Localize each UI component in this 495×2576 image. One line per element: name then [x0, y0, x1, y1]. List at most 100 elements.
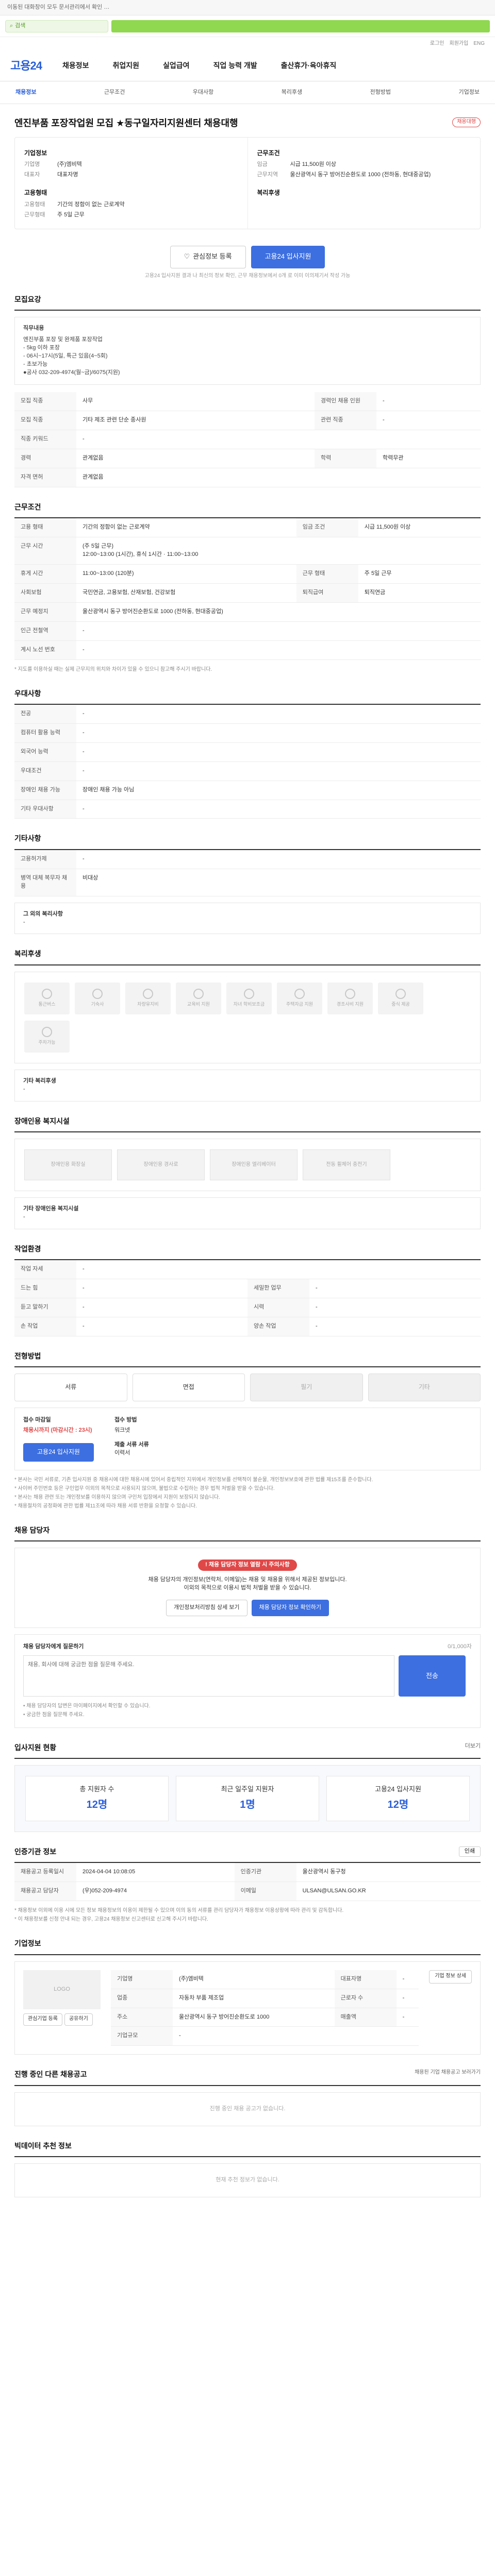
benefit-icon	[294, 989, 305, 999]
benefit-label: 중식 제공	[391, 1002, 410, 1007]
stat-label: 총 지원자 수	[79, 1785, 114, 1793]
tab-preference[interactable]: 우대사항	[193, 89, 213, 97]
table-row: 직종 키워드 -	[14, 430, 481, 449]
selection-method: 기타	[368, 1374, 481, 1402]
table-header-cell: 휴게 시간	[14, 564, 76, 584]
top-notice-text: 이동된 대화창이 모두 문서관리에서 확인 …	[7, 4, 110, 10]
stat-value: 12명	[387, 1799, 409, 1811]
inquiry-title: 채용 담당자에게 질문하기	[23, 1643, 84, 1650]
table-cell: 울산광역시 동구 방어진순환도로 1000	[173, 2008, 335, 2027]
apply-button-secondary[interactable]: 고용24 입사지원	[23, 1443, 94, 1462]
table-row: 모집 직종 사무 경력인 채용 인원 -	[14, 392, 481, 411]
table-cell: -	[76, 723, 481, 743]
table-header-cell: 관련 직종	[315, 411, 377, 430]
alert-icon: !	[205, 1562, 209, 1568]
favorite-company-button[interactable]: 관심기업 등록	[23, 2013, 62, 2026]
table-header-cell: 장애인 채용 가능	[14, 781, 76, 800]
table-header-cell: 채용공고 등록일시	[14, 1863, 76, 1883]
employ-value: 기간의 정함이 없는 근로계약	[57, 201, 125, 208]
gnb-item-leave[interactable]: 출산휴가·육아휴직	[281, 60, 337, 71]
view-contact-button[interactable]: 채용 담당자 정보 확인하기	[251, 1600, 329, 1617]
gnb-item-recruit[interactable]: 채용정보	[62, 60, 89, 71]
inquiry-notes: • 채용 담당자의 답변은 마이페이지에서 확인할 수 있습니다. • 궁금한 …	[23, 1702, 472, 1719]
tab-recruit[interactable]: 채용정보	[15, 89, 36, 97]
inquiry-row: 전송	[23, 1655, 472, 1697]
conditions-title: 근무조건	[14, 502, 481, 519]
inquiry-note: • 궁금한 점을 질문해 주세요.	[23, 1712, 85, 1718]
job-title: 엔진부품 포장작업원 모집 ★동구일자리지원센터 채용대행	[14, 118, 238, 128]
print-button[interactable]: 인쇄	[458, 1846, 481, 1857]
login-link[interactable]: 로그인	[430, 40, 444, 48]
tab-conditions[interactable]: 근무조건	[104, 89, 125, 97]
table-row: 기타 우대사항 -	[14, 800, 481, 819]
others-more-link[interactable]: 채용된 기업 채용공고 보러가기	[415, 2069, 481, 2079]
table-header-cell: 인증기관	[234, 1863, 296, 1883]
welfare-tiles: 통근버스 기숙사 차량유지비 교육비 지원 자녀 학비보조금 주택자금 지원 경조사비 지원…	[14, 971, 481, 1063]
inquiry-textarea[interactable]	[23, 1655, 394, 1697]
job-duty-line: - 5kg 이하 포장	[23, 345, 60, 351]
gnb-item-unemployment[interactable]: 실업급여	[163, 60, 190, 71]
scrap-button[interactable]: ♡ 관심정보 등록	[170, 245, 246, 268]
stat-card-recent: 최근 일주일 지원자 1명	[176, 1776, 319, 1822]
table-cell: -	[76, 704, 481, 724]
privacy-policy-button[interactable]: 개인정보처리방침 상세 보기	[166, 1600, 248, 1617]
gnb-item-training[interactable]: 직업 능력 개발	[213, 60, 257, 71]
table-cell: (우)052-209-4974	[76, 1882, 235, 1902]
stats-more-link[interactable]: 더보기	[465, 1742, 481, 1753]
main-content: 엔진부품 포장작업원 모집 ★동구일자리지원센터 채용대행 채용대행 기업정보 …	[0, 104, 495, 2197]
inquiry-submit-button[interactable]: 전송	[399, 1655, 466, 1697]
tab-welfare[interactable]: 복리후생	[282, 89, 302, 97]
conditions-section: 근무조건 고용 형태 기간의 정함이 없는 근로계약 임금 조건 시급 11,500원…	[14, 502, 481, 674]
others-title: 진행 중인 다른 채용공고	[14, 2070, 87, 2079]
table-cell: -	[76, 761, 481, 781]
disability-title: 장애인용 복지시설	[14, 1116, 481, 1132]
table-cell: 기간의 정함이 없는 근로계약	[76, 518, 296, 537]
benefit-tile: 경조사비 지원	[327, 982, 373, 1014]
table-row: 주소 울산광역시 동구 방어진순환도로 1000 매출액 -	[111, 2008, 419, 2027]
table-cell: -	[76, 850, 481, 869]
table-header-cell: 근로자 수	[334, 1989, 397, 2008]
table-row: 전공 -	[14, 704, 481, 724]
apply-button[interactable]: 고용24 입사지원	[251, 245, 325, 268]
table-cell: -	[76, 1279, 248, 1298]
table-header-cell: 근무 형태	[296, 564, 358, 584]
contact-warning: ! 채용 담당자 정보 열람 시 주의사항	[198, 1560, 297, 1571]
conditions-table: 고용 형태 기간의 정함이 없는 근로계약 임금 조건 시급 11,500원 이상근무…	[14, 518, 481, 660]
job-duty-heading: 직무내용	[23, 325, 44, 332]
table-row: 고용 형태 기간의 정함이 없는 근로계약 임금 조건 시급 11,500원 이상	[14, 518, 481, 537]
disability-section: 장애인용 복지시설 장애인용 화장실 장애인용 경사로 장애인용 엘리베이터 전동 휠…	[14, 1116, 481, 1229]
search-icon: ⌕	[10, 22, 13, 29]
welfare-extra-box: 기타 복리후생 -	[14, 1069, 481, 1101]
benefit-icon	[42, 989, 52, 999]
table-cell: 비대상	[76, 869, 481, 896]
recommend-section: 빅데이터 추천 정보 현재 추천 정보가 없습니다.	[14, 2141, 481, 2197]
benefit-tile: 주택자금 지원	[277, 982, 322, 1014]
table-header-cell: 경력	[14, 449, 76, 468]
share-button[interactable]: 공유하기	[64, 2013, 93, 2026]
summary-employ-heading: 고용형태	[24, 189, 47, 197]
disability-tiles: 장애인용 화장실 장애인용 경사로 장애인용 엘리베이터 전동 휠체어 충전기	[14, 1138, 481, 1191]
inquiry-header: 채용 담당자에게 질문하기 0/1,000자	[23, 1643, 472, 1651]
benefit-tile: 장애인용 엘리베이터	[210, 1149, 298, 1180]
benefit-label: 기숙사	[91, 1002, 104, 1007]
signup-link[interactable]: 회원가입	[450, 40, 469, 48]
table-header-cell: 드는 힘	[14, 1279, 76, 1298]
table-header-cell: 모집 직종	[14, 411, 76, 430]
search-input[interactable]: ⌕ 검색	[5, 20, 108, 32]
language-link[interactable]: ENG	[473, 40, 485, 48]
table-header-cell: 컴퓨터 활용 능력	[14, 723, 76, 743]
table-cell: (주)엠비텍	[173, 1970, 335, 1989]
company-detail-button[interactable]: 기업 정보 상세	[429, 1970, 472, 1984]
recruiter-title: 인증기관 정보	[14, 1848, 57, 1856]
table-header-cell: 퇴직급여	[296, 583, 358, 603]
table-row: 모집 직종 기타 제조 관련 단순 종사원 관련 직종 -	[14, 411, 481, 430]
selection-method: 필기	[250, 1374, 363, 1402]
contact-buttons: 개인정보처리방침 상세 보기 채용 담당자 정보 확인하기	[23, 1600, 472, 1617]
tab-selection[interactable]: 전형방법	[370, 89, 391, 97]
tab-company[interactable]: 기업정보	[458, 89, 479, 97]
gnb-item-support[interactable]: 취업지원	[112, 60, 139, 71]
benefit-label: 장애인용 화장실	[51, 1161, 86, 1167]
inquiry-box: 채용 담당자에게 질문하기 0/1,000자 전송 • 채용 담당자의 답변은 …	[14, 1634, 481, 1728]
site-logo[interactable]: 고용24	[10, 58, 42, 74]
table-row: 채용공고 담당자 (우)052-209-4974 이메일 ULSAN@ULSAN.GO…	[14, 1882, 481, 1902]
